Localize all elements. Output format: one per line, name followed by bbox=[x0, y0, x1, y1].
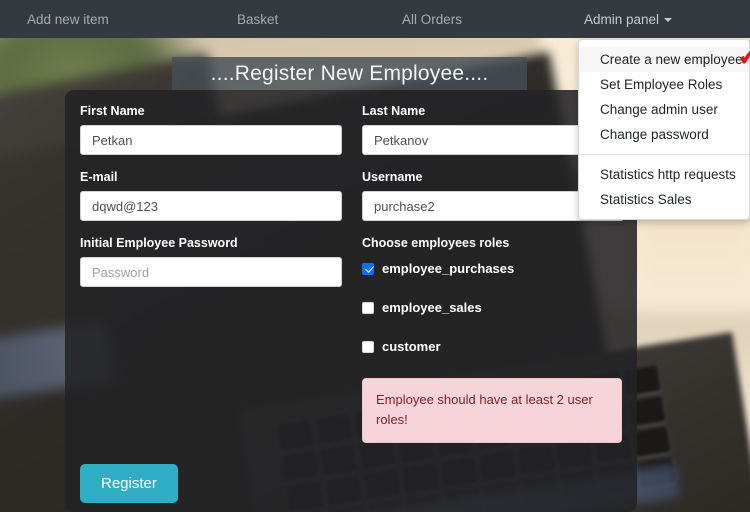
role-employee-purchases[interactable]: employee_purchases bbox=[362, 260, 624, 277]
role-employee-sales[interactable]: employee_sales bbox=[362, 299, 624, 316]
page-title: ....Register New Employee.... bbox=[172, 57, 527, 90]
role-label-employee-sales: employee_sales bbox=[382, 300, 482, 315]
admin-panel-dropdown: Create a new employee Set Employee Roles… bbox=[578, 39, 750, 220]
email-field-group: E-mail bbox=[80, 170, 342, 221]
form-column-left: First Name E-mail Initial Employee Passw… bbox=[80, 104, 342, 302]
roles-group: Choose employees roles employee_purchase… bbox=[362, 236, 624, 355]
chevron-down-icon bbox=[664, 18, 673, 22]
menu-divider bbox=[579, 154, 749, 155]
menu-item-statistics-sales[interactable]: Statistics Sales bbox=[579, 187, 749, 212]
register-button[interactable]: Register bbox=[80, 464, 178, 503]
first-name-field-group: First Name bbox=[80, 104, 342, 155]
menu-item-statistics-http-requests[interactable]: Statistics http requests bbox=[579, 162, 749, 187]
navbar: Add new item Basket All Orders Admin pan… bbox=[0, 0, 750, 38]
register-employee-form: First Name E-mail Initial Employee Passw… bbox=[65, 90, 637, 512]
role-label-employee-purchases: employee_purchases bbox=[382, 261, 515, 276]
checkbox-employee-purchases[interactable] bbox=[362, 262, 374, 275]
keyboard-key bbox=[633, 426, 671, 458]
nav-admin-panel[interactable]: Admin panel bbox=[584, 11, 673, 27]
email-input[interactable] bbox=[80, 191, 342, 221]
nav-admin-panel-label: Admin panel bbox=[584, 11, 660, 27]
password-input[interactable] bbox=[80, 257, 342, 287]
nav-add-new-item[interactable]: Add new item bbox=[27, 12, 109, 27]
roles-title: Choose employees roles bbox=[362, 236, 510, 250]
password-field-group: Initial Employee Password bbox=[80, 236, 342, 287]
email-label: E-mail bbox=[80, 170, 118, 184]
app-root: Add new item Basket All Orders Admin pan… bbox=[0, 0, 750, 512]
checkbox-employee-sales[interactable] bbox=[362, 301, 374, 314]
nav-basket[interactable]: Basket bbox=[237, 12, 278, 27]
menu-item-change-admin-user[interactable]: Change admin user bbox=[579, 97, 749, 122]
password-label: Initial Employee Password bbox=[80, 236, 238, 250]
menu-item-change-password[interactable]: Change password bbox=[579, 122, 749, 147]
menu-item-create-new-employee[interactable]: Create a new employee bbox=[579, 47, 749, 72]
validation-alert: Employee should have at least 2 user rol… bbox=[362, 378, 622, 443]
checkbox-customer[interactable] bbox=[362, 340, 374, 353]
nav-all-orders[interactable]: All Orders bbox=[402, 12, 462, 27]
menu-item-set-employee-roles[interactable]: Set Employee Roles bbox=[579, 72, 749, 97]
first-name-input[interactable] bbox=[80, 125, 342, 155]
role-label-customer: customer bbox=[382, 339, 441, 354]
role-customer[interactable]: customer bbox=[362, 338, 624, 355]
first-name-label: First Name bbox=[80, 104, 145, 118]
